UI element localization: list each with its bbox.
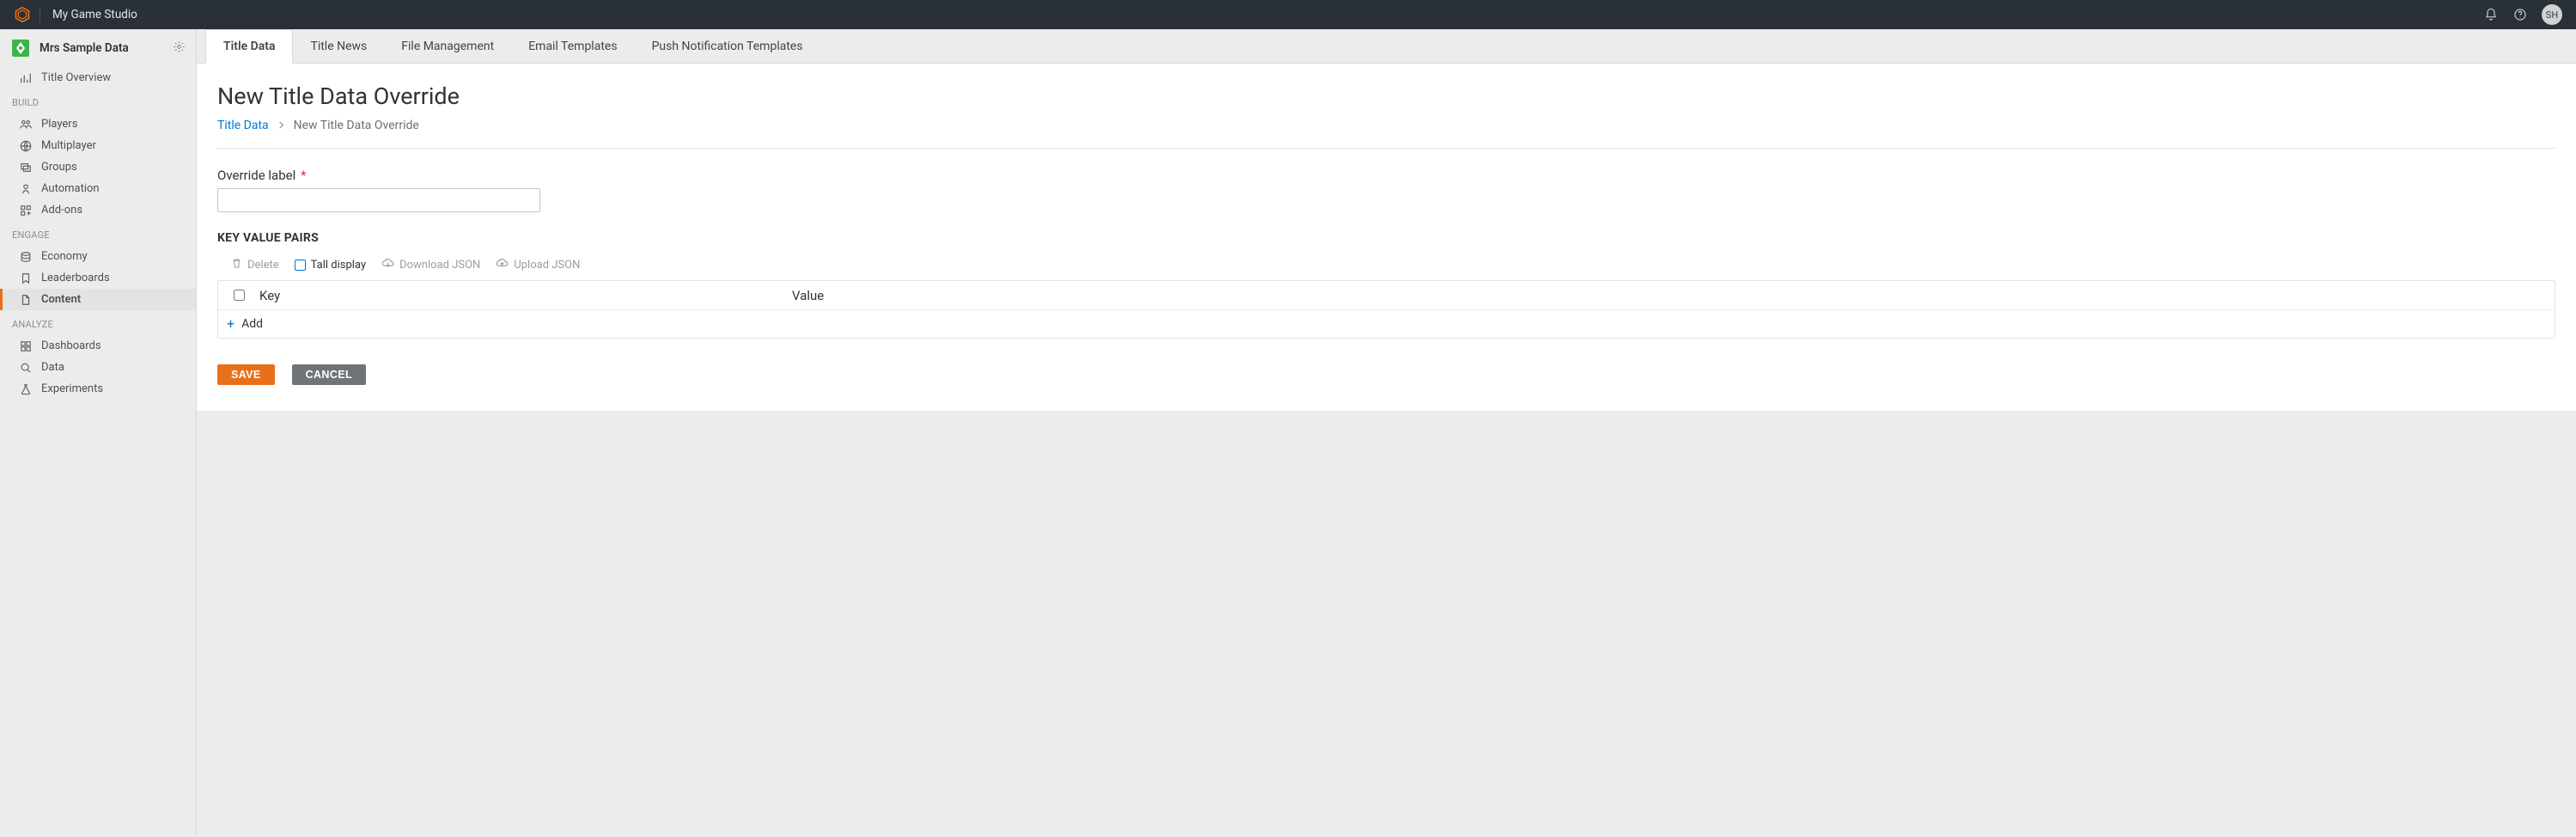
kv-header: KEY VALUE PAIRS	[217, 231, 2555, 245]
kv-tool-upload-label: Upload JSON	[514, 259, 580, 272]
sidebar-item-addons[interactable]: Add-ons	[0, 199, 196, 221]
cancel-button[interactable]: CANCEL	[292, 364, 366, 385]
chevron-right-icon	[277, 120, 285, 131]
sidebar-item-label: Dashboards	[41, 339, 101, 352]
breadcrumb-current: New Title Data Override	[294, 119, 419, 132]
grid-plus-icon	[19, 204, 33, 217]
coins-icon	[19, 250, 33, 264]
app-logo-icon[interactable]	[14, 6, 31, 23]
kv-add-row[interactable]: + Add	[218, 310, 2555, 338]
tab-title-news[interactable]: Title News	[293, 29, 384, 63]
sidebar-item-label: Content	[41, 293, 81, 306]
override-label-label: Override label *	[217, 168, 2555, 183]
kv-tool-tall-label: Tall display	[311, 259, 366, 272]
sidebar-item-label: Leaderboards	[41, 272, 110, 284]
sidebar-item-label: Add-ons	[41, 204, 82, 217]
flask-icon	[19, 382, 33, 396]
kv-tool-upload-json[interactable]: Upload JSON	[496, 257, 580, 273]
kv-add-label: Add	[241, 317, 263, 331]
title-icon	[10, 38, 31, 58]
kv-table-head: Key Value	[218, 281, 2555, 310]
kv-tool-delete[interactable]: Delete	[231, 258, 279, 272]
trash-icon	[231, 258, 242, 272]
sidebar-item-leaderboards[interactable]: Leaderboards	[0, 267, 196, 289]
cloud-download-icon	[381, 257, 394, 273]
sidebar-item-dashboards[interactable]: Dashboards	[0, 335, 196, 357]
tab-push-templates[interactable]: Push Notification Templates	[635, 29, 820, 63]
sidebar-item-label: Groups	[41, 161, 77, 174]
sidebar-section-engage: ENGAGE	[0, 221, 196, 246]
override-label-text: Override label	[217, 168, 295, 183]
required-asterisk-icon: *	[301, 168, 306, 183]
sidebar-section-build: BUILD	[0, 89, 196, 113]
kv-tool-tall-display[interactable]: Tall display	[295, 259, 366, 272]
kv-col-value: Value	[792, 288, 2555, 303]
search-icon	[19, 361, 33, 375]
sidebar-item-experiments[interactable]: Experiments	[0, 378, 196, 400]
dashboard-icon	[19, 339, 33, 353]
checkbox-icon	[295, 260, 306, 271]
globe-icon	[19, 139, 33, 153]
tab-email-templates[interactable]: Email Templates	[511, 29, 634, 63]
sidebar-item-label: Title Overview	[41, 71, 111, 84]
kv-table: Key Value + Add	[217, 280, 2555, 339]
sidebar-item-label: Experiments	[41, 382, 103, 395]
kv-tool-download-label: Download JSON	[399, 259, 480, 272]
sidebar-section-analyze: ANALYZE	[0, 310, 196, 335]
tabstrip: Title Data Title News File Management Em…	[197, 29, 2576, 64]
bell-icon[interactable]	[2476, 0, 2506, 29]
robot-icon	[19, 182, 33, 196]
breadcrumb: Title Data New Title Data Override	[217, 119, 2555, 149]
sidebar-item-label: Automation	[41, 182, 100, 195]
sidebar-item-automation[interactable]: Automation	[0, 178, 196, 199]
sidebar-item-title-overview[interactable]: Title Overview	[0, 67, 196, 89]
kv-col-key: Key	[259, 288, 792, 303]
plus-icon: +	[227, 317, 234, 331]
document-icon	[19, 293, 33, 307]
sidebar-item-label: Players	[41, 118, 77, 131]
people-icon	[19, 118, 33, 131]
page-title: New Title Data Override	[217, 82, 2555, 110]
avatar[interactable]: SH	[2542, 4, 2562, 25]
sidebar-title-name[interactable]: Mrs Sample Data	[40, 41, 173, 56]
sidebar-item-label: Economy	[41, 250, 88, 263]
sidebar-item-content[interactable]: Content	[0, 289, 196, 310]
tab-file-management[interactable]: File Management	[384, 29, 511, 63]
sidebar-item-players[interactable]: Players	[0, 113, 196, 135]
override-label-input[interactable]	[217, 188, 540, 212]
sidebar-item-label: Multiplayer	[41, 139, 96, 152]
sidebar-item-label: Data	[41, 361, 64, 374]
sidebar-item-multiplayer[interactable]: Multiplayer	[0, 135, 196, 156]
studio-name[interactable]: My Game Studio	[52, 8, 137, 21]
breadcrumb-parent[interactable]: Title Data	[217, 119, 269, 132]
gear-icon[interactable]	[173, 40, 186, 57]
bookmark-icon	[19, 272, 33, 285]
sidebar-item-groups[interactable]: Groups	[0, 156, 196, 178]
layers-icon	[19, 161, 33, 174]
help-icon[interactable]	[2506, 0, 2535, 29]
tab-title-data[interactable]: Title Data	[205, 29, 293, 64]
kv-tool-delete-label: Delete	[247, 259, 279, 272]
chart-bar-icon	[19, 71, 33, 85]
sidebar-item-economy[interactable]: Economy	[0, 246, 196, 267]
sidebar-item-data[interactable]: Data	[0, 357, 196, 378]
cloud-upload-icon	[496, 257, 509, 273]
save-button[interactable]: SAVE	[217, 364, 275, 385]
kv-select-all-checkbox[interactable]	[234, 290, 245, 301]
kv-tool-download-json[interactable]: Download JSON	[381, 257, 480, 273]
